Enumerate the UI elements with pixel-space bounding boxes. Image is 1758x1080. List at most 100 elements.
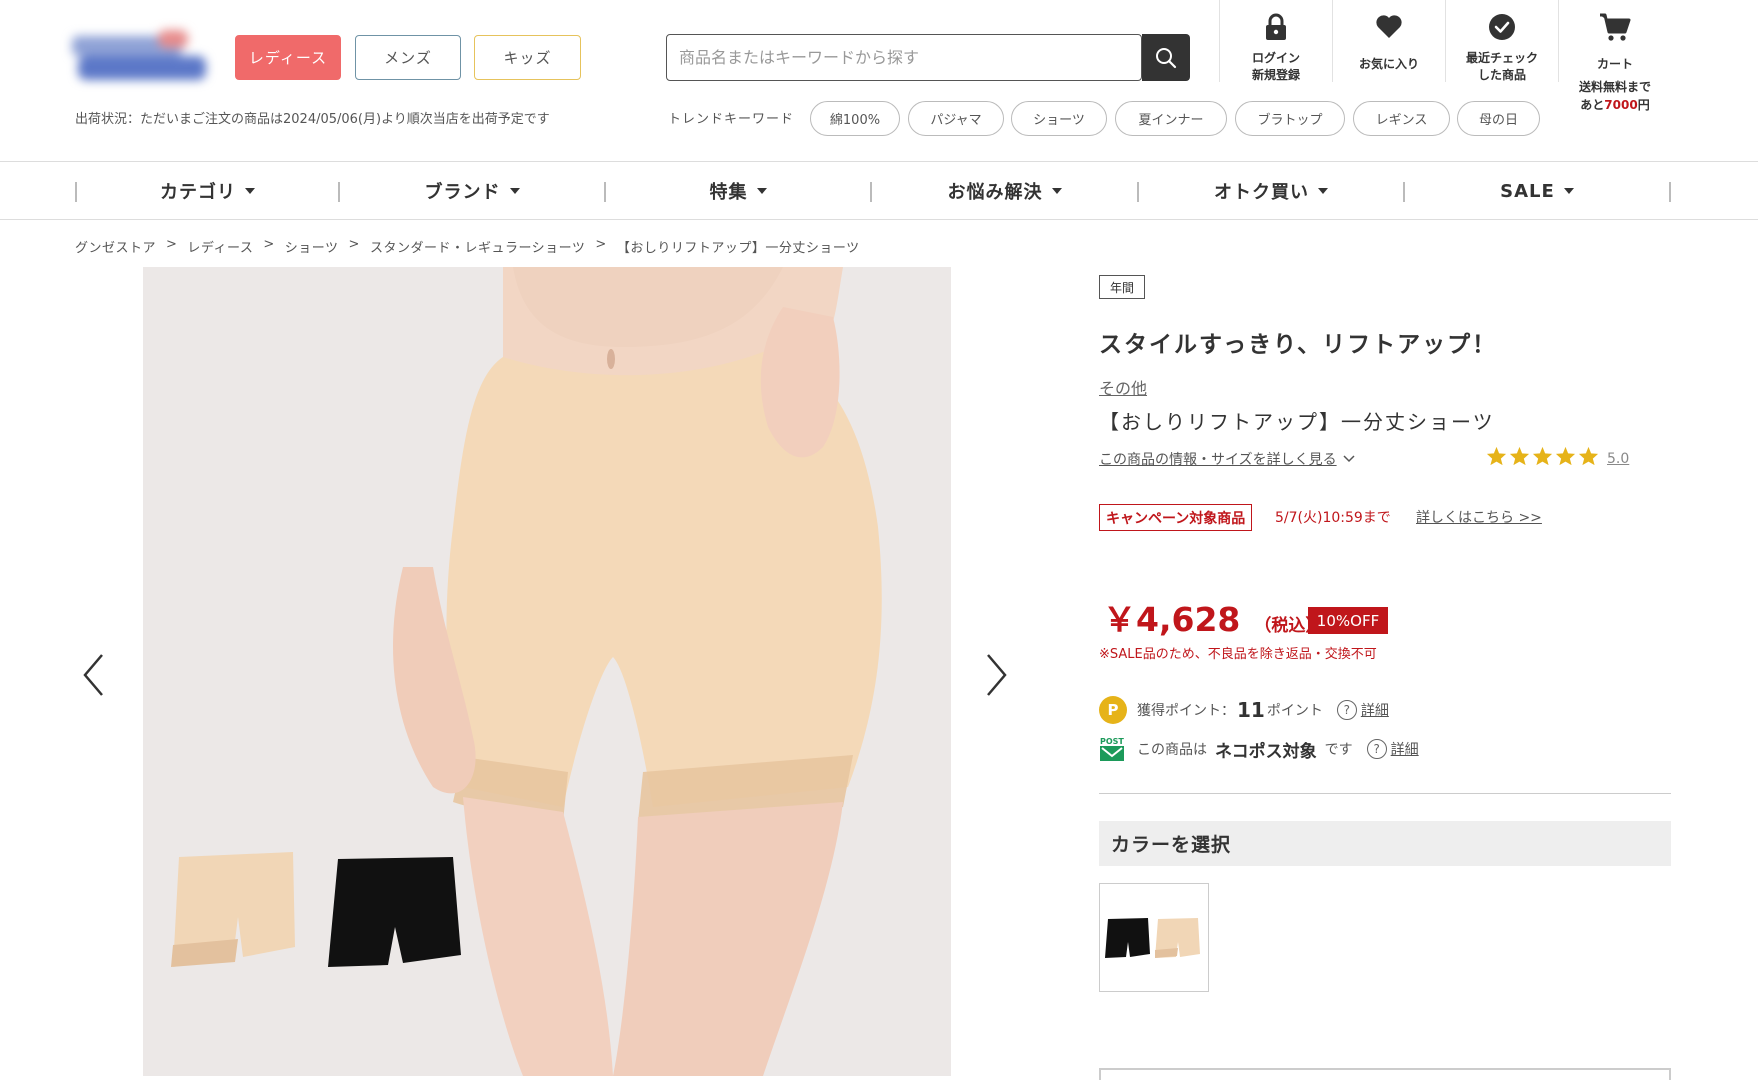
points-label: 獲得ポイント： <box>1137 703 1235 719</box>
tab-kids[interactable]: キッズ <box>474 35 581 80</box>
check-circle-icon <box>1489 14 1515 40</box>
caret-down-icon <box>1563 188 1574 194</box>
favorites-button[interactable]: お気に入り <box>1334 12 1444 73</box>
trend-chip-leggings[interactable]: レギンス <box>1353 101 1450 136</box>
divider <box>1099 793 1671 794</box>
nav-brand[interactable]: ブランド <box>340 162 604 220</box>
cart-icon <box>1600 13 1631 41</box>
campaign-deadline: 5/7(火)10:59まで <box>1275 510 1391 526</box>
breadcrumb: グンゼストア > レディース > ショーツ > スタンダード・レギュラーショーツ… <box>75 237 860 256</box>
star-icon <box>1532 446 1553 466</box>
header-divider <box>1445 0 1446 82</box>
product-info-label: この商品の情報・サイズを詳しく見る <box>1099 452 1337 468</box>
points-value: 11 <box>1237 698 1265 722</box>
free-shipping-suffix: 円 <box>1637 98 1650 112</box>
trend-chip-bratop[interactable]: ブラトップ <box>1235 101 1345 136</box>
search-button[interactable] <box>1142 34 1190 81</box>
chevron-left-icon <box>83 654 103 696</box>
point-icon: P <box>1099 696 1127 724</box>
free-shipping-prefix: あと <box>1580 98 1605 112</box>
login-label: ログイン <box>1251 51 1300 65</box>
header-divider <box>1332 0 1333 82</box>
search-icon <box>1156 47 1177 68</box>
trend-chip-shorts[interactable]: ショーツ <box>1011 101 1107 136</box>
nav-deals[interactable]: オトク買い <box>1139 162 1403 220</box>
caret-down-icon <box>1051 188 1062 194</box>
season-tag: 年間 <box>1099 275 1145 299</box>
product-image[interactable] <box>143 267 951 1076</box>
recent-label-1: 最近チェック <box>1465 51 1538 65</box>
trend-chip-cotton[interactable]: 綿100% <box>810 101 900 136</box>
nav-feature[interactable]: 特集 <box>606 162 870 220</box>
nekopos-detail-label: 詳細 <box>1390 742 1419 758</box>
star-icon <box>1509 446 1530 466</box>
rating-stars <box>1486 446 1599 466</box>
trend-chip-mothers-day[interactable]: 母の日 <box>1457 101 1540 136</box>
star-icon <box>1578 446 1599 466</box>
tab-ladies[interactable]: レディース <box>235 35 341 80</box>
breadcrumb-sep: > <box>348 237 360 252</box>
login-button[interactable]: ログイン 新規登録 <box>1221 12 1331 84</box>
free-shipping-line1: 送料無料まで <box>1578 80 1651 94</box>
search-input[interactable] <box>667 35 1143 80</box>
breadcrumb-home[interactable]: グンゼストア <box>75 237 156 256</box>
nav-category-label: カテゴリ <box>160 182 236 203</box>
caret-down-icon <box>245 188 255 194</box>
nekopos-prefix: この商品は <box>1137 742 1207 758</box>
product-name: 【おしりリフトアップ】一分丈ショーツ <box>1099 410 1495 434</box>
nav-separator <box>1669 182 1671 202</box>
product-photo-illustration <box>171 267 882 1076</box>
trend-chip-pajama[interactable]: パジャマ <box>908 101 1004 136</box>
points-row: P 獲得ポイント： 11 ポイント ? 詳細 <box>1099 696 1389 724</box>
points-unit: ポイント <box>1266 703 1323 719</box>
star-icon <box>1486 446 1507 466</box>
breadcrumb-shorts[interactable]: ショーツ <box>285 237 339 256</box>
shipping-status: 出荷状況：ただいまご注文の商品は2024/05/06(月)より順次当店を出荷予定… <box>75 112 550 127</box>
free-shipping-note: 送料無料まで あと7000円 <box>1560 78 1670 114</box>
nav-solutions-label: お悩み解決 <box>947 182 1043 203</box>
nav-solutions[interactable]: お悩み解決 <box>872 162 1137 220</box>
chevron-right-icon <box>987 654 1007 696</box>
question-icon: ? <box>1336 700 1357 720</box>
header-divider <box>1558 0 1559 82</box>
brand-link[interactable]: その他 <box>1099 375 1147 399</box>
lock-icon <box>1266 13 1286 40</box>
breadcrumb-ladies[interactable]: レディース <box>187 237 253 256</box>
nav-brand-label: ブランド <box>424 182 501 203</box>
next-image-button[interactable] <box>976 652 1016 698</box>
search-box <box>666 34 1143 81</box>
product-catchphrase: スタイルすっきり、リフトアップ！ <box>1099 332 1498 358</box>
recently-viewed-button[interactable]: 最近チェック した商品 <box>1447 12 1557 84</box>
color-select-header: カラーを選択 <box>1099 821 1671 866</box>
rating-value[interactable]: 5.0 <box>1607 451 1629 467</box>
campaign-badge: キャンペーン対象商品 <box>1099 504 1253 531</box>
tab-mens[interactable]: メンズ <box>355 35 461 80</box>
caret-down-icon <box>509 188 520 194</box>
star-icon <box>1555 446 1576 466</box>
points-detail-link[interactable]: ? 詳細 <box>1336 700 1389 720</box>
header-divider <box>1219 0 1220 82</box>
global-nav: カテゴリ ブランド 特集 お悩み解決 オトク買い SALE <box>0 161 1758 220</box>
campaign-details-link[interactable]: 詳しくはこちら >> <box>1416 507 1542 527</box>
nav-sale[interactable]: SALE <box>1405 162 1669 220</box>
store-logo[interactable] <box>72 30 206 84</box>
nekopos-detail-link[interactable]: ? 詳細 <box>1366 739 1419 759</box>
nekopos-strong: ネコポス対象 <box>1215 741 1317 762</box>
product-info-link[interactable]: この商品の情報・サイズを詳しく見る <box>1099 449 1355 469</box>
cart-button[interactable]: カート <box>1560 12 1670 73</box>
trend-chip-summer-inner[interactable]: 夏インナー <box>1115 101 1227 136</box>
free-shipping-amount: 7000 <box>1604 98 1638 112</box>
breadcrumb-standard-shorts[interactable]: スタンダード・レギュラーショーツ <box>370 237 585 256</box>
caret-down-icon <box>756 188 767 194</box>
nav-category[interactable]: カテゴリ <box>77 162 338 220</box>
post-icon: POST <box>1100 737 1124 761</box>
trend-label: トレンドキーワード <box>668 112 795 127</box>
breadcrumb-sep: > <box>263 237 275 252</box>
nav-feature-label: 特集 <box>709 182 748 203</box>
breadcrumb-sep: > <box>595 237 607 252</box>
cart-label: カート <box>1596 57 1633 71</box>
prev-image-button[interactable] <box>74 652 114 698</box>
price: ￥4,628 （税込） <box>1103 593 1322 641</box>
color-swatch[interactable] <box>1099 883 1209 992</box>
favorites-label: お気に入り <box>1358 57 1419 71</box>
